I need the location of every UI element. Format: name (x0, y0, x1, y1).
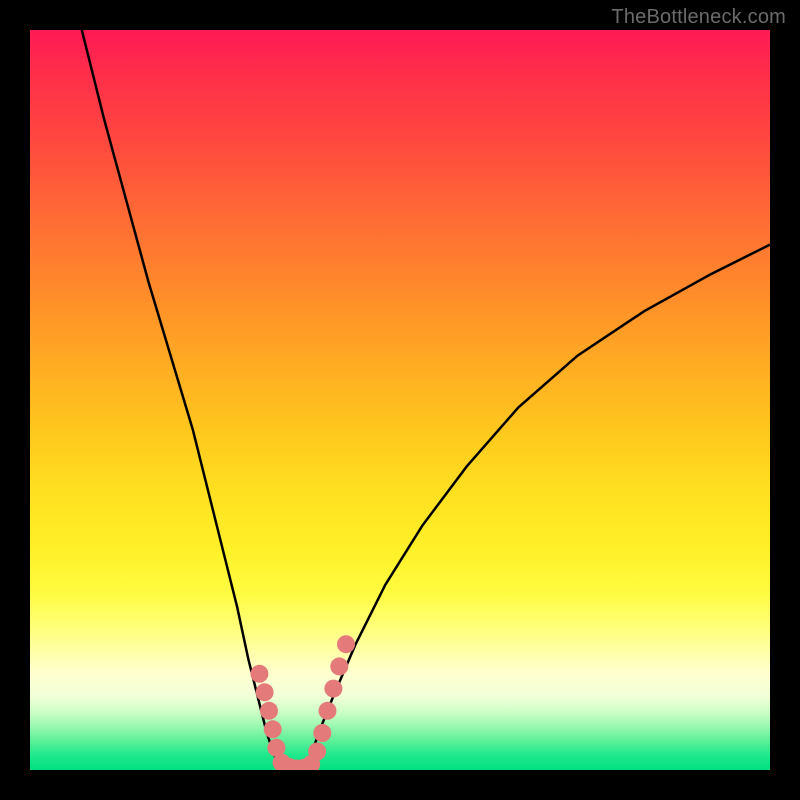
markers-layer (30, 30, 770, 770)
watermark-text: TheBottleneck.com (611, 6, 786, 29)
highlight-dots (250, 635, 355, 770)
chart-frame: TheBottleneck.com (0, 0, 800, 800)
marker-dot (313, 724, 331, 742)
marker-dot (324, 680, 342, 698)
marker-dot (319, 702, 337, 720)
marker-dot (256, 683, 274, 701)
marker-dot (260, 702, 278, 720)
marker-dot (308, 743, 326, 761)
marker-dot (250, 665, 268, 683)
marker-dot (264, 720, 282, 738)
plot-area (30, 30, 770, 770)
marker-dot (330, 657, 348, 675)
marker-dot (337, 635, 355, 653)
